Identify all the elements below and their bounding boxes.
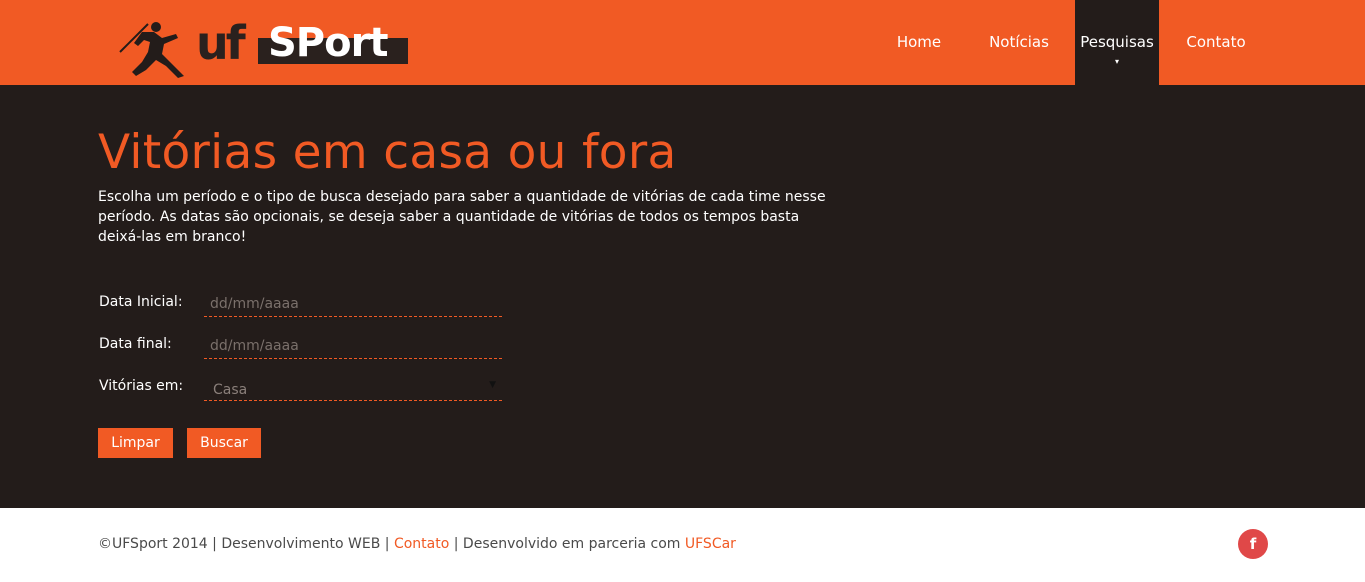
- footer-text: ©UFSport 2014 | Desenvolvimento WEB | Co…: [98, 536, 736, 552]
- page-intro: Escolha um período e o tipo de busca des…: [98, 189, 826, 245]
- footer-copyright: ©UFSport 2014 | Desenvolvimento WEB |: [98, 536, 394, 552]
- nav-home[interactable]: Home: [888, 0, 950, 85]
- select-arrow-icon: ▼: [489, 380, 496, 390]
- site-header: uf SPort Home Notícias Pesquisas ▾ Conta…: [0, 0, 1365, 85]
- footer-ufscar-link[interactable]: UFSCar: [685, 536, 736, 552]
- main-content: Vitórias em casa ou fora Escolha um perí…: [0, 85, 1365, 508]
- nav-pesquisas[interactable]: Pesquisas ▾: [1075, 0, 1159, 85]
- nav-noticias[interactable]: Notícias: [983, 0, 1055, 85]
- wins-in-select[interactable]: Casa ▼: [204, 375, 502, 401]
- site-footer: ©UFSport 2014 | Desenvolvimento WEB | Co…: [0, 508, 1365, 582]
- footer-contact-link[interactable]: Contato: [394, 536, 449, 552]
- clear-button[interactable]: Limpar: [98, 428, 173, 458]
- footer-partner-text: | Desenvolvido em parceria com: [449, 536, 685, 552]
- nav-dropdown-caret-icon: ▾: [1114, 57, 1120, 66]
- end-date-input[interactable]: [204, 333, 502, 359]
- start-date-label: Data Inicial:: [99, 294, 183, 310]
- main-nav: Home Notícias Pesquisas ▾ Contato: [0, 0, 1365, 85]
- nav-contato[interactable]: Contato: [1180, 0, 1252, 85]
- end-date-label: Data final:: [99, 336, 172, 352]
- facebook-icon[interactable]: f: [1238, 529, 1268, 559]
- wins-in-selected: Casa: [213, 382, 248, 398]
- start-date-input[interactable]: [204, 291, 502, 317]
- page-title: Vitórias em casa ou fora: [98, 125, 677, 180]
- search-button[interactable]: Buscar: [187, 428, 261, 458]
- wins-in-label: Vitórias em:: [99, 378, 184, 394]
- nav-pesquisas-label: Pesquisas: [1080, 33, 1154, 51]
